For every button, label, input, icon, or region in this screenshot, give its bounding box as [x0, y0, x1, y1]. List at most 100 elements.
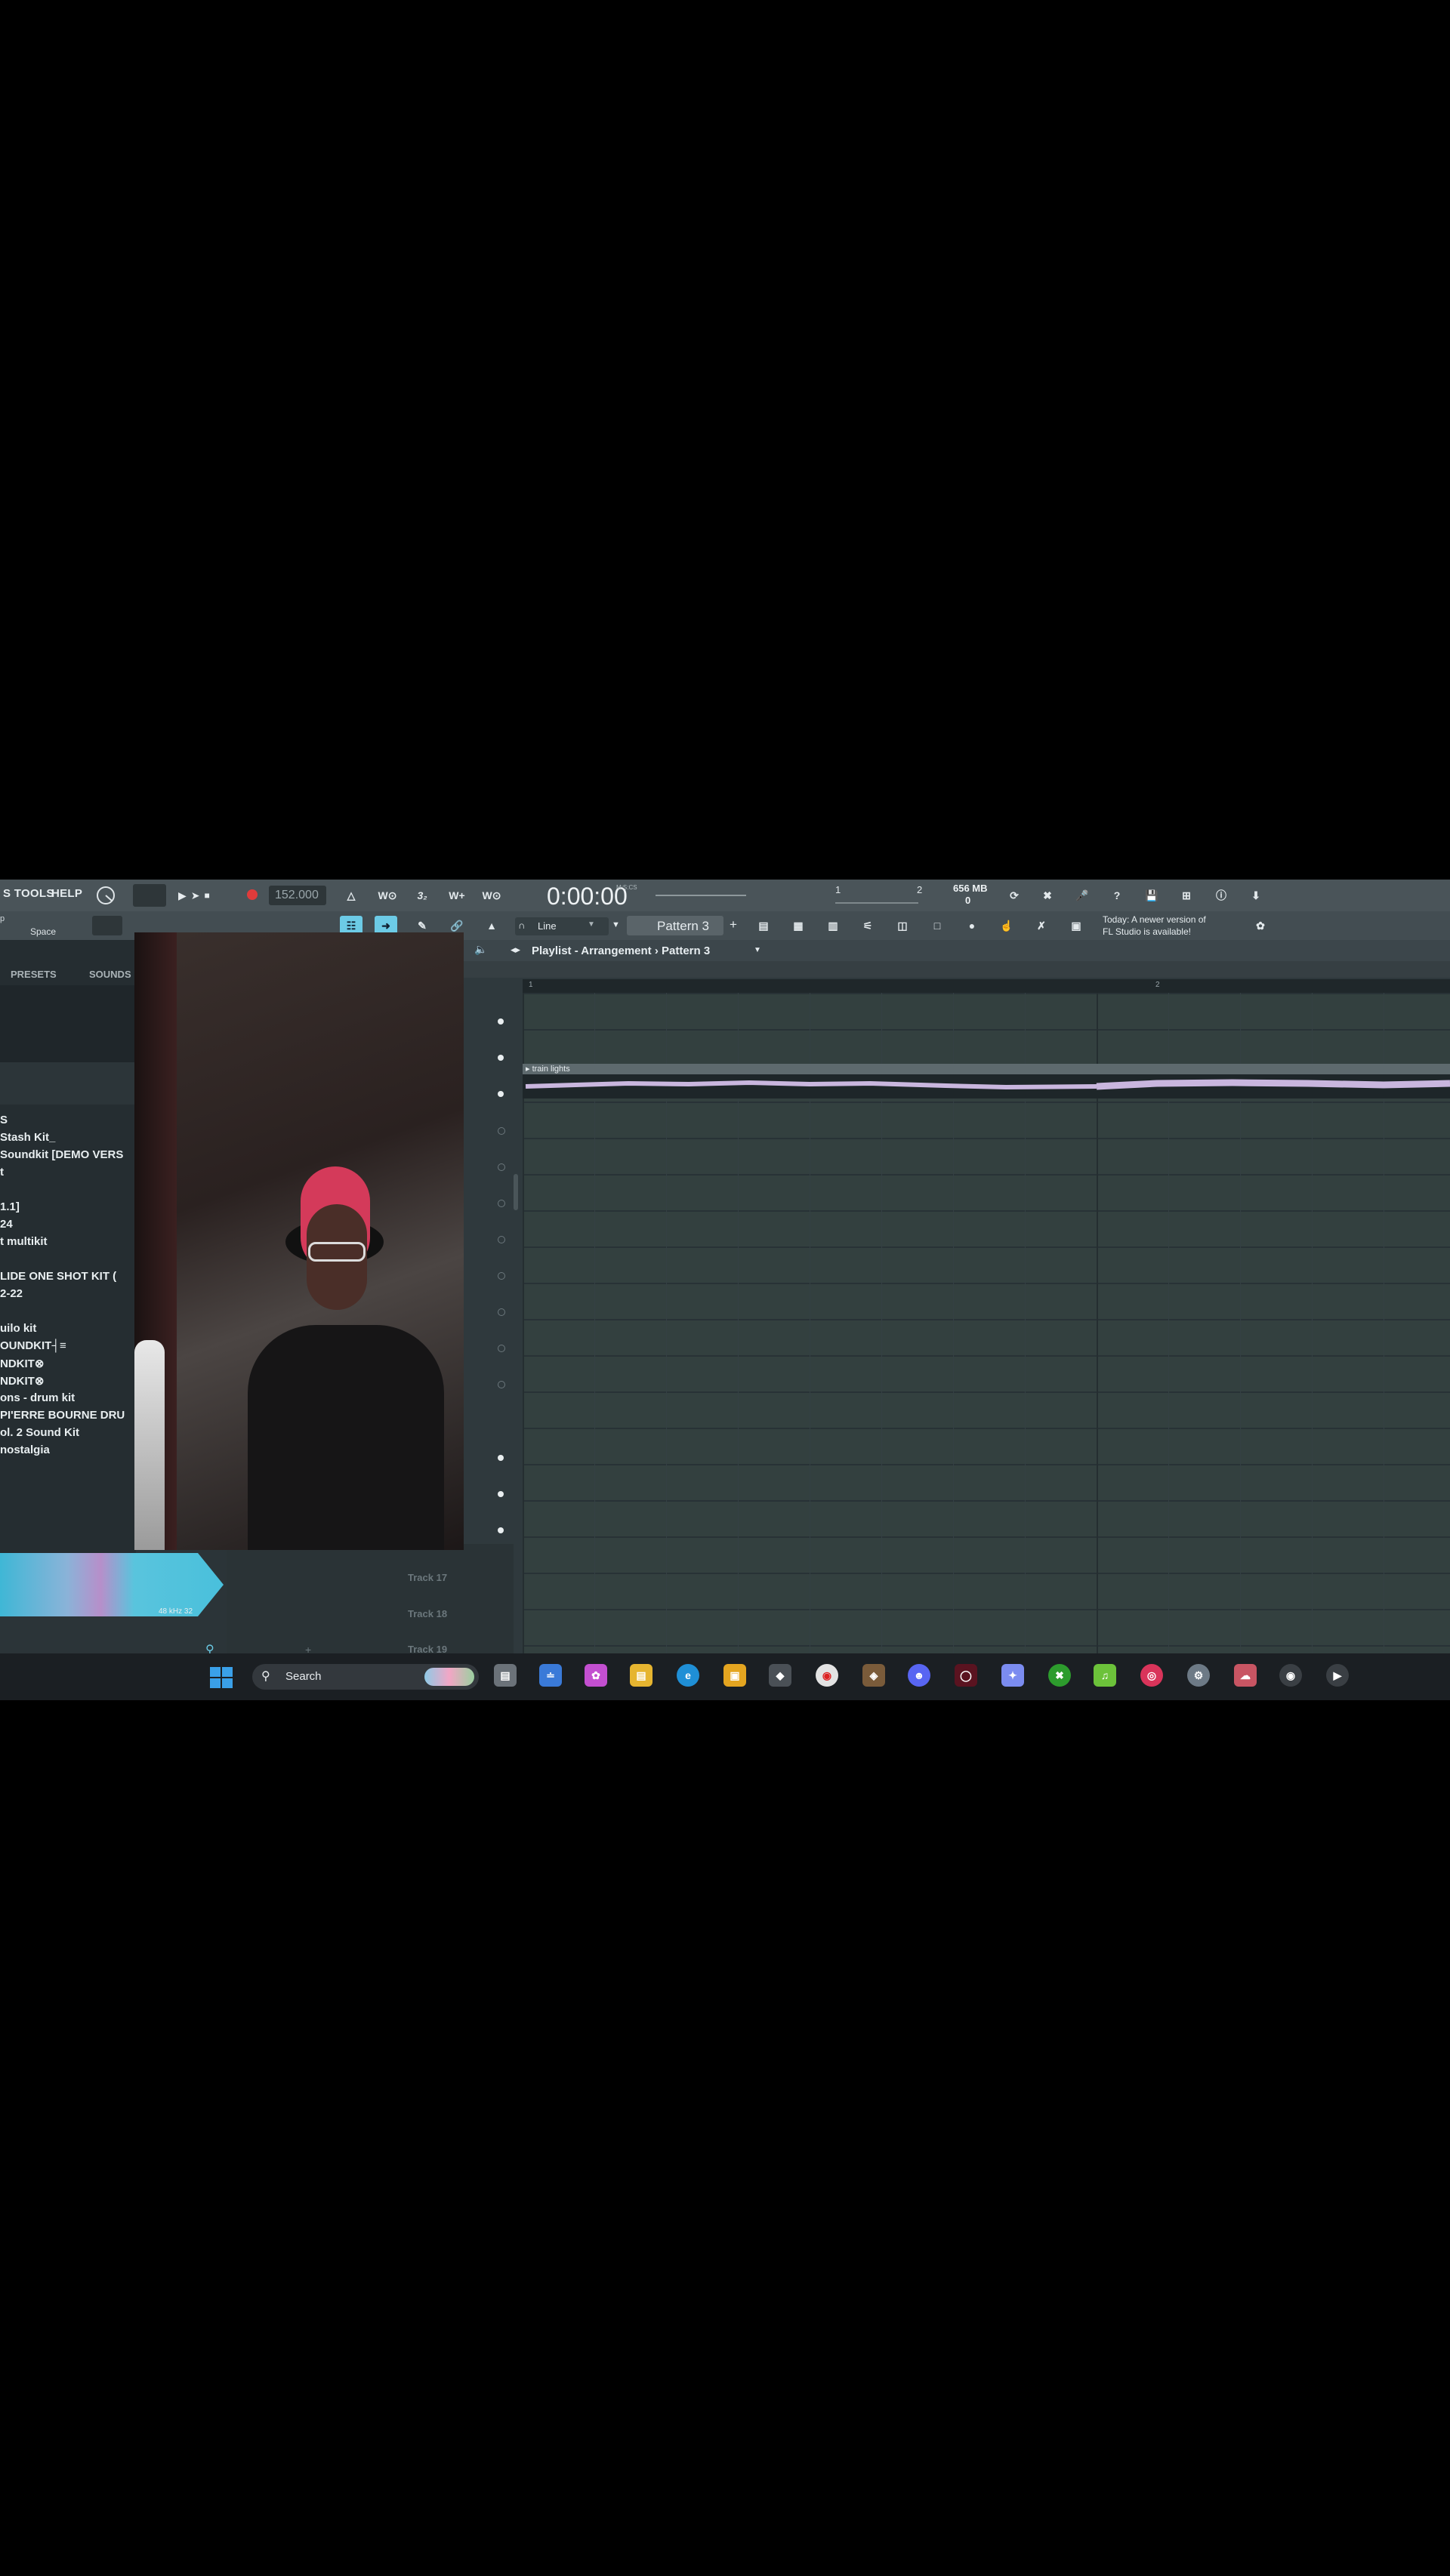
- track-mute-led[interactable]: [498, 1345, 505, 1352]
- track-mute-led[interactable]: [498, 1200, 505, 1207]
- browser-tab-sounds[interactable]: SOUNDS: [89, 969, 131, 980]
- timeline-ruler[interactable]: 1 2: [523, 979, 1450, 993]
- track-mute-led[interactable]: [498, 1455, 504, 1461]
- list-item[interactable]: ol. 2 Sound Kit: [0, 1426, 79, 1439]
- master-volume-slider[interactable]: [133, 884, 166, 907]
- chrome-icon[interactable]: ◉: [816, 1664, 838, 1687]
- app-icon[interactable]: ◆: [769, 1664, 791, 1687]
- browser-tab-presets[interactable]: PRESETS: [11, 969, 57, 980]
- plugin-icon[interactable]: ●: [961, 916, 983, 935]
- menu-tools[interactable]: S TOOLS: [3, 887, 54, 900]
- list-item[interactable]: NDKIT⊗: [0, 1357, 44, 1370]
- track-mute-led[interactable]: [498, 1381, 505, 1388]
- browser-waveform-preview[interactable]: 48 kHz 32: [0, 1550, 227, 1619]
- remote-app-icon[interactable]: ≐: [539, 1664, 562, 1687]
- loop-recording-icon[interactable]: ⟳: [1003, 886, 1026, 905]
- settings-gear-icon[interactable]: ⚙: [1187, 1664, 1210, 1687]
- update-notice[interactable]: Today: A newer version of FL Studio is a…: [1101, 913, 1245, 938]
- store-icon[interactable]: ▣: [723, 1664, 746, 1687]
- countdown-icon[interactable]: 3₂: [411, 886, 433, 905]
- track-mute-led[interactable]: [498, 1127, 505, 1135]
- track-mute-led[interactable]: [498, 1527, 504, 1533]
- step-edit-icon[interactable]: W+: [446, 886, 468, 905]
- list-item[interactable]: nostalgia: [0, 1444, 50, 1456]
- stop-icon[interactable]: ■: [205, 890, 210, 901]
- piano-roll-icon[interactable]: ▦: [787, 916, 810, 935]
- fl-studio-taskbar-icon[interactable]: ☁: [1234, 1664, 1257, 1687]
- info-icon[interactable]: ⓘ: [1210, 886, 1232, 905]
- track-mute-led[interactable]: [498, 1055, 504, 1061]
- track-mute-led[interactable]: [498, 1272, 505, 1280]
- song-position-bar[interactable]: [656, 895, 746, 896]
- pattern-selector[interactable]: Pattern 3: [627, 916, 723, 935]
- track-mute-led[interactable]: [498, 1018, 504, 1025]
- list-item[interactable]: LIDE ONE SHOT KIT (: [0, 1270, 116, 1283]
- touch-icon[interactable]: ☝: [995, 916, 1018, 935]
- track-mute-led[interactable]: [498, 1308, 505, 1316]
- list-item[interactable]: Stash Kit_: [0, 1131, 55, 1144]
- chevron-down-icon[interactable]: ▼: [612, 920, 620, 929]
- track-mute-led[interactable]: [498, 1236, 505, 1243]
- add-pattern-icon[interactable]: +: [730, 917, 737, 932]
- song-time-display[interactable]: 0:00:00 M:S:CS: [547, 883, 637, 910]
- game-icon[interactable]: ◈: [862, 1664, 885, 1687]
- list-item[interactable]: 1.1]: [0, 1200, 20, 1213]
- playlist-icon[interactable]: ▤: [752, 916, 775, 935]
- taskbar-search[interactable]: ⚲ Search: [252, 1664, 479, 1690]
- edge-icon[interactable]: e: [677, 1664, 699, 1687]
- record-icon[interactable]: [247, 889, 258, 900]
- recording-app-icon[interactable]: ◯: [955, 1664, 977, 1687]
- list-item[interactable]: Soundkit [DEMO VERS: [0, 1148, 123, 1161]
- cart-icon[interactable]: ▣: [1065, 916, 1088, 935]
- track-mute-led[interactable]: [498, 1491, 504, 1497]
- list-item[interactable]: ons - drum kit: [0, 1391, 75, 1404]
- list-item[interactable]: NDKIT⊗: [0, 1374, 44, 1388]
- list-item[interactable]: uilo kit: [0, 1322, 36, 1335]
- file-explorer-icon[interactable]: ▤: [630, 1664, 652, 1687]
- discord-icon[interactable]: ☻: [908, 1664, 930, 1687]
- snap-select[interactable]: ∩ Line ▼: [515, 917, 609, 935]
- gamepad-icon[interactable]: ✦: [1001, 1664, 1024, 1687]
- blend-notes-icon[interactable]: W⊙: [480, 886, 503, 905]
- windows-start-icon[interactable]: [210, 1667, 233, 1688]
- list-item[interactable]: PI'ERRE BOURNE DRU: [0, 1409, 125, 1422]
- task-view-icon[interactable]: ▤: [494, 1664, 517, 1687]
- fl-logo-icon[interactable]: ✿: [1249, 916, 1272, 935]
- horizontal-scroll-handle[interactable]: [514, 1174, 518, 1210]
- audio-clip[interactable]: ▸ train lights: [523, 1064, 1450, 1098]
- list-item[interactable]: t multikit: [0, 1235, 48, 1248]
- chrome-profile-icon[interactable]: ◉: [1279, 1664, 1302, 1687]
- play-icon[interactable]: ▶: [178, 889, 187, 902]
- xbox-icon[interactable]: ✖: [1048, 1664, 1071, 1687]
- speaker-icon[interactable]: 🔈: [474, 943, 487, 956]
- list-item[interactable]: 2-22: [0, 1287, 23, 1300]
- pitch-knob-icon[interactable]: [92, 886, 119, 905]
- stamp-icon[interactable]: ▲: [480, 916, 503, 935]
- pattern-song-icon[interactable]: ➤: [191, 889, 200, 902]
- tempo-display[interactable]: 152.000: [269, 886, 326, 905]
- play-app-icon[interactable]: ▶: [1326, 1664, 1349, 1687]
- wait-input-icon[interactable]: W⊙: [376, 886, 399, 905]
- arrows-icon[interactable]: ◂▸: [511, 944, 520, 956]
- chevron-down-icon[interactable]: ▼: [754, 946, 761, 954]
- download-icon[interactable]: ⬇: [1245, 886, 1267, 905]
- mixer-icon[interactable]: ⊞: [1175, 886, 1198, 905]
- hint-knob[interactable]: [92, 916, 122, 935]
- save-icon[interactable]: 💾: [1140, 886, 1163, 905]
- project-icon[interactable]: □: [926, 916, 949, 935]
- copilot-icon[interactable]: ✿: [585, 1664, 607, 1687]
- list-item[interactable]: t: [0, 1166, 4, 1179]
- list-item[interactable]: OUNDKIT┤≡: [0, 1339, 66, 1352]
- music-icon[interactable]: ♫: [1094, 1664, 1116, 1687]
- list-item[interactable]: 24: [0, 1218, 13, 1231]
- help-icon[interactable]: ?: [1106, 886, 1128, 905]
- microphone-icon[interactable]: 🎤: [1071, 886, 1094, 905]
- track-mute-led[interactable]: [498, 1163, 505, 1171]
- metronome-icon[interactable]: △: [340, 886, 362, 905]
- media-icon[interactable]: ◎: [1140, 1664, 1163, 1687]
- menu-help[interactable]: HELP: [51, 887, 82, 900]
- track-18-label[interactable]: Track 18: [408, 1608, 447, 1619]
- list-item[interactable]: S: [0, 1114, 8, 1126]
- marketplace-icon[interactable]: ✗: [1030, 916, 1053, 935]
- mixer-view-icon[interactable]: ⚟: [856, 916, 879, 935]
